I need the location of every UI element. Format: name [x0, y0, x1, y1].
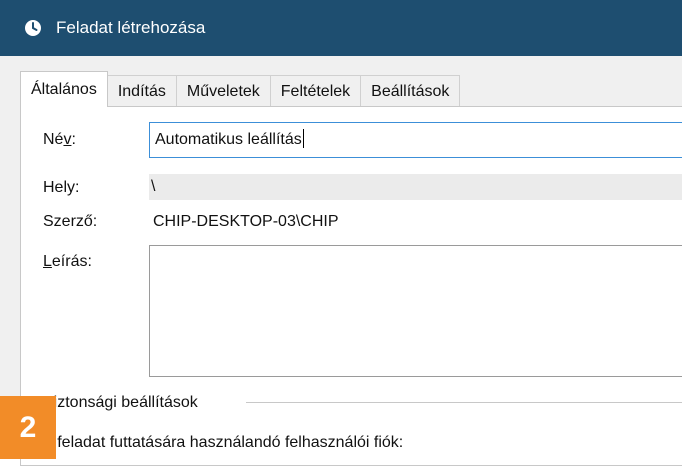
clock-icon — [25, 20, 41, 36]
description-field[interactable] — [149, 245, 682, 377]
tab-general[interactable]: Általános — [20, 71, 108, 107]
description-label: Leírás: — [43, 253, 92, 270]
title-bar: Feladat létrehozása — [0, 0, 682, 56]
name-label: Név: — [43, 131, 76, 148]
tab-strip: Általános Indítás Műveletek Feltételek B… — [20, 71, 461, 107]
location-label: Hely: — [43, 179, 80, 196]
name-field[interactable]: Automatikus leállítás — [149, 122, 682, 158]
general-tab-panel: Név: Automatikus leállítás Hely: \ Szerz… — [20, 106, 682, 466]
step-number-badge: 2 — [0, 396, 56, 459]
security-account-label: A feladat futtatására használandó felhas… — [43, 434, 404, 451]
tab-settings[interactable]: Beállítások — [361, 75, 461, 107]
author-value: CHIP-DESKTOP-03\CHIP — [153, 213, 339, 230]
text-cursor — [302, 129, 304, 148]
tab-actions[interactable]: Műveletek — [176, 75, 271, 107]
group-divider — [246, 402, 682, 403]
dialog-body: Általános Indítás Műveletek Feltételek B… — [0, 56, 682, 466]
security-group-title: Biztonsági beállítások — [43, 394, 198, 411]
tab-triggers[interactable]: Indítás — [107, 75, 177, 107]
tab-conditions[interactable]: Feltételek — [270, 75, 362, 107]
window-title: Feladat létrehozása — [56, 18, 206, 37]
location-value: \ — [149, 174, 682, 200]
author-label: Szerző: — [43, 213, 98, 230]
